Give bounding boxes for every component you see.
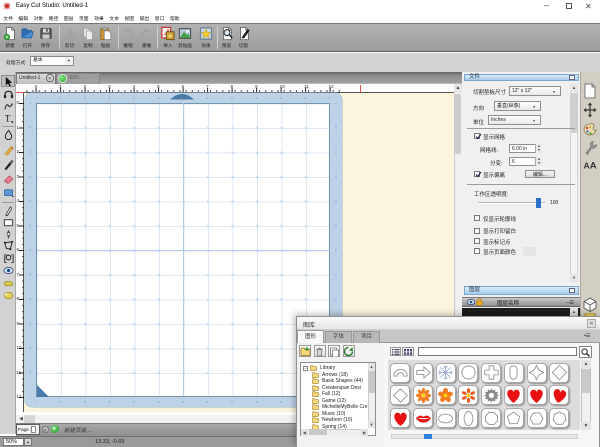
svg-text:A: A: [590, 161, 597, 172]
svg-text:A: A: [584, 161, 590, 171]
svg-text:[: [: [3, 253, 8, 263]
svg-text:T: T: [4, 114, 10, 124]
svg-text:]: ]: [9, 253, 13, 263]
